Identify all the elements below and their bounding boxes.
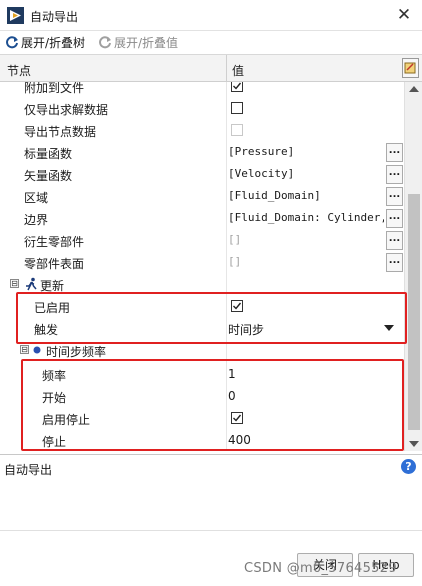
scalar-functions-browse-button[interactable]: ...: [386, 143, 403, 162]
tree-row[interactable]: 已启用: [0, 295, 404, 317]
row-label: 开始: [42, 391, 67, 405]
row-label: 标量函数: [24, 147, 73, 161]
vector-functions-browse-button[interactable]: ...: [386, 165, 403, 184]
refresh-icon: [6, 36, 18, 49]
refresh-icon: [99, 36, 111, 49]
frequency-value[interactable]: 1: [228, 367, 384, 381]
expand-tree-label: 展开/折叠树: [21, 36, 86, 50]
tree-row[interactable]: 仅导出求解数据: [0, 97, 404, 119]
vertical-scrollbar[interactable]: [404, 82, 422, 451]
row-label: 仅导出求解数据: [24, 103, 109, 117]
row-label: 导出节点数据: [24, 125, 97, 139]
stop-value[interactable]: 400: [228, 433, 384, 447]
bullet-dot-icon: [33, 346, 41, 354]
tree-row[interactable]: 停止 400: [0, 429, 404, 451]
tree-group-timestep-frequency[interactable]: ⊟ 时间步频率: [0, 339, 404, 361]
running-man-icon: [26, 277, 37, 291]
dialog-footer: 关闭 Help CSDN @m0_57645529: [0, 530, 422, 586]
part-surfaces-value: []: [228, 255, 242, 268]
derived-parts-value: []: [228, 233, 242, 246]
dropdown-arrow-icon[interactable]: [384, 325, 394, 331]
app-logo-icon: [7, 7, 24, 24]
collapse-toggle[interactable]: ⊟: [20, 345, 29, 354]
domains-browse-button[interactable]: ...: [386, 187, 403, 206]
expand-collapse-values-button[interactable]: 展开/折叠值: [98, 34, 178, 52]
start-value[interactable]: 0: [228, 389, 384, 403]
tree-row[interactable]: 开始 0: [0, 385, 404, 407]
tree-group-update[interactable]: ⊟ 更新: [0, 273, 404, 295]
export-solution-only-checkbox[interactable]: [231, 102, 243, 114]
checkmark-icon: [233, 414, 242, 422]
row-label: 启用停止: [42, 413, 91, 427]
row-label: 停止: [42, 435, 67, 449]
tree-header: 节点 值: [0, 55, 422, 82]
row-label: 附加到文件: [24, 82, 85, 95]
scalar-functions-value: [Pressure]: [228, 145, 295, 158]
part-surfaces-browse-button[interactable]: ...: [386, 253, 403, 272]
help-icon[interactable]: ?: [401, 459, 416, 474]
row-label: 区域: [24, 191, 49, 205]
checkmark-icon: [233, 82, 242, 90]
row-label: 零部件表面: [24, 257, 85, 271]
enable-stop-checkbox[interactable]: [231, 412, 243, 424]
tree-row[interactable]: 区域 [Fluid_Domain] ...: [0, 185, 404, 207]
row-label: 触发: [34, 323, 59, 337]
export-node-data-checkbox[interactable]: [231, 124, 243, 136]
row-label: 衍生零部件: [24, 235, 85, 249]
scroll-down-arrow-icon[interactable]: [409, 441, 419, 447]
properties-tree: 附加到文件 仅导出求解数据 导出节点数据 标量函数 [Pressure] ...…: [0, 82, 404, 451]
tree-row[interactable]: 标量函数 [Pressure] ...: [0, 141, 404, 163]
row-label: 矢量函数: [24, 169, 73, 183]
row-label: 边界: [24, 213, 49, 227]
expand-values-label: 展开/折叠值: [114, 36, 179, 50]
derived-parts-browse-button[interactable]: ...: [386, 231, 403, 250]
tree-row[interactable]: 矢量函数 [Velocity] ...: [0, 163, 404, 185]
row-label: 已启用: [34, 301, 71, 315]
tree-row[interactable]: 导出节点数据: [0, 119, 404, 141]
title-bar: 自动导出 ✕: [0, 0, 422, 31]
tree-row[interactable]: 零部件表面 [] ...: [0, 251, 404, 273]
append-to-file-checkbox[interactable]: [231, 82, 243, 92]
enabled-checkbox[interactable]: [231, 300, 243, 312]
description-panel: 自动导出 ?: [0, 454, 422, 529]
checkmark-icon: [233, 302, 242, 310]
window-title: 自动导出: [30, 10, 79, 24]
boundaries-browse-button[interactable]: ...: [386, 209, 403, 228]
row-label: 频率: [42, 369, 67, 383]
vector-functions-value: [Velocity]: [228, 167, 295, 180]
close-window-button[interactable]: ✕: [394, 5, 414, 25]
expand-collapse-tree-button[interactable]: 展开/折叠树: [5, 34, 85, 52]
boundaries-value: [Fluid_Domain: Cylinder,…: [228, 211, 384, 224]
value-column-header: 值: [232, 64, 245, 78]
domains-value: [Fluid_Domain]: [228, 189, 321, 202]
toolbar: 展开/折叠树 展开/折叠值: [0, 31, 422, 55]
description-title: 自动导出: [4, 463, 53, 477]
node-column-header: 节点: [7, 64, 32, 78]
watermark-text: CSDN @m0_57645529: [244, 561, 397, 576]
tree-row[interactable]: 附加到文件: [0, 82, 404, 97]
scroll-up-arrow-icon[interactable]: [409, 86, 419, 92]
customize-columns-icon[interactable]: [402, 58, 419, 78]
scrollbar-thumb[interactable]: [408, 194, 420, 430]
trigger-select[interactable]: 时间步: [228, 321, 384, 338]
group-label: 更新: [40, 279, 65, 293]
collapse-toggle[interactable]: ⊟: [10, 279, 19, 288]
column-divider[interactable]: [226, 55, 227, 82]
tree-row[interactable]: 边界 [Fluid_Domain: Cylinder,… ...: [0, 207, 404, 229]
tree-row[interactable]: 频率 1: [0, 363, 404, 385]
group-label: 时间步频率: [46, 345, 107, 359]
tree-row[interactable]: 触发 时间步: [0, 317, 404, 339]
tree-row[interactable]: 启用停止: [0, 407, 404, 429]
tree-row[interactable]: 衍生零部件 [] ...: [0, 229, 404, 251]
